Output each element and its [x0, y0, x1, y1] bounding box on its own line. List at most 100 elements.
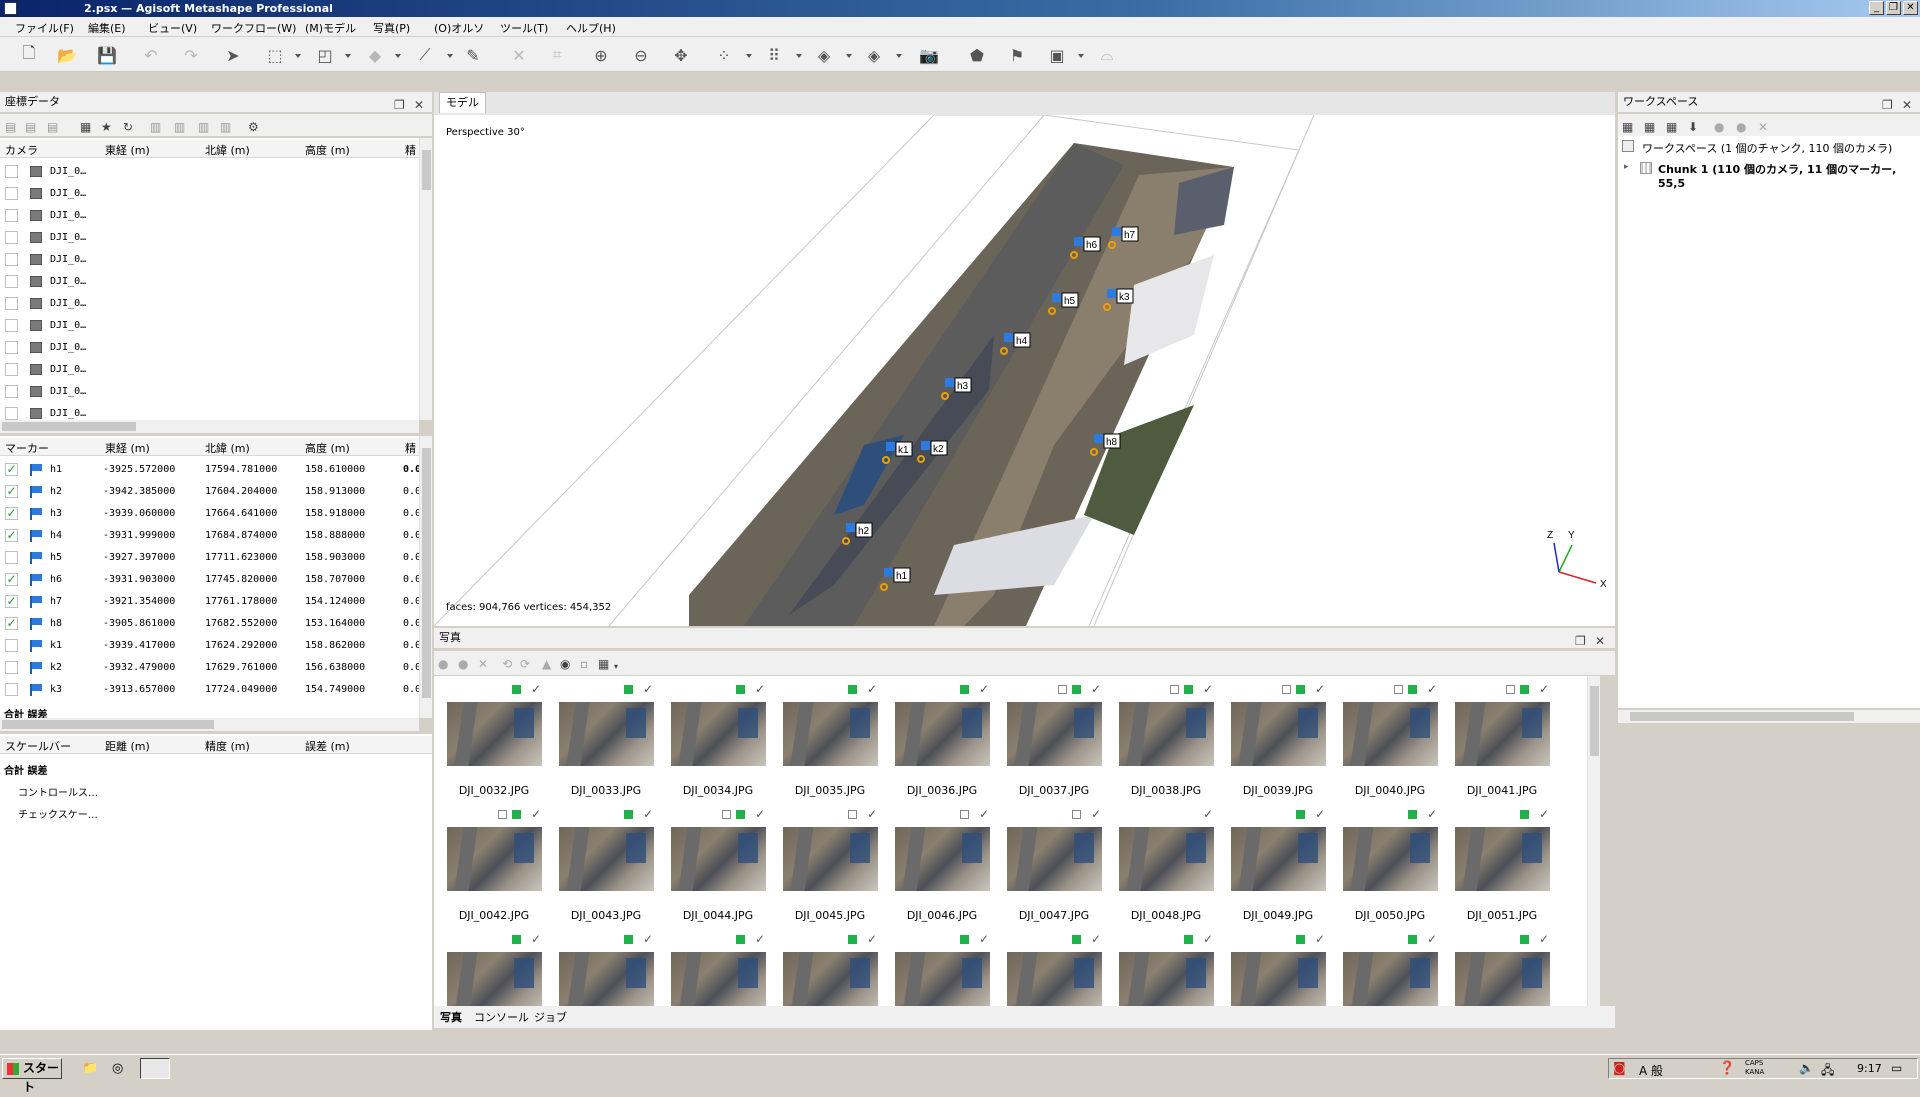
camera-row[interactable]: DJI_0…: [0, 250, 420, 272]
photo-thumbnail[interactable]: ✓ DJI_0042.JPG: [434, 799, 544, 923]
camera-checkbox[interactable]: [5, 297, 18, 310]
marker-checkbox[interactable]: ✓: [5, 529, 18, 542]
chevron-down-icon[interactable]: [796, 54, 802, 58]
menu-photo[interactable]: 写真(P): [373, 20, 410, 36]
antivirus-icon[interactable]: ◙: [1613, 1061, 1626, 1076]
photo-thumbnail[interactable]: ✓ DJI_0041.JPG: [1442, 676, 1552, 798]
photo-thumbnail[interactable]: ✓: [770, 924, 880, 1006]
add-chunk-icon[interactable]: ▦: [1622, 117, 1633, 137]
tab-jobs[interactable]: ジョブ: [534, 1009, 567, 1025]
col-error[interactable]: 誤差 (m): [305, 738, 350, 754]
import-icon[interactable]: ⬇: [1688, 117, 1698, 137]
import-icon[interactable]: ▤: [5, 117, 16, 137]
view-source-icon[interactable]: ▥: [150, 117, 161, 137]
zoom-in-icon[interactable]: ⊕: [590, 44, 612, 66]
photo-thumbnail[interactable]: ✓ DJI_0036.JPG: [882, 676, 992, 798]
marker-row[interactable]: ✓ h3 -3939.060000 17664.641000 158.918000 0.0: [0, 504, 421, 526]
photo-thumbnail[interactable]: ✓: [1442, 924, 1552, 1006]
tab-photos[interactable]: 写真: [440, 1009, 462, 1025]
tab-model[interactable]: モデル: [439, 92, 486, 113]
scalebar-row[interactable]: チェックスケー…: [0, 802, 420, 824]
disable-icon[interactable]: ●: [1736, 117, 1746, 137]
camera-checkbox[interactable]: [5, 319, 18, 332]
zoom-out-icon[interactable]: ⊖: [630, 44, 652, 66]
menu-help[interactable]: ヘルプ(H): [566, 20, 616, 36]
camera-checkbox[interactable]: [5, 187, 18, 200]
camera-checkbox[interactable]: [5, 341, 18, 354]
camera-checkbox[interactable]: [5, 253, 18, 266]
tiled-model-icon[interactable]: ◈: [863, 44, 885, 66]
details-icon[interactable]: ▫: [580, 654, 588, 674]
calculator-icon[interactable]: ▦: [80, 117, 91, 137]
delete-selection-icon[interactable]: ✕: [508, 44, 530, 66]
camera-checkbox[interactable]: [5, 165, 18, 178]
col-east[interactable]: 東経 (m): [105, 440, 150, 456]
desktop-icon[interactable]: ▭: [1891, 1061, 1902, 1075]
marker-row[interactable]: h5 -3927.397000 17711.623000 158.903000 0.0: [0, 548, 421, 570]
ruler-icon[interactable]: ⟋: [414, 44, 436, 66]
settings-icon[interactable]: ⚙: [248, 117, 259, 137]
reset-view-icon[interactable]: ✥: [670, 44, 692, 66]
menu-file[interactable]: ファイル(F): [15, 20, 74, 36]
export-icon[interactable]: ▤: [25, 117, 36, 137]
camera-row[interactable]: DJI_0…: [0, 404, 420, 420]
marker-checkbox[interactable]: [5, 661, 18, 674]
marker-row[interactable]: ✓ h1 -3925.572000 17594.781000 158.610000 0.0: [0, 460, 421, 482]
marker-row[interactable]: ✓ h4 -3931.999000 17684.874000 158.888000 0.0: [0, 526, 421, 548]
cameras-scrollbar[interactable]: [419, 138, 432, 420]
save-icon[interactable]: 💾: [96, 44, 118, 66]
col-camera[interactable]: カメラ: [5, 142, 38, 158]
rotate-left-icon[interactable]: ⟲: [502, 654, 512, 674]
photo-thumbnail[interactable]: ✓ DJI_0048.JPG: [1106, 799, 1216, 923]
photo-thumbnail[interactable]: ✓ DJI_0033.JPG: [546, 676, 656, 798]
marker-checkbox[interactable]: ✓: [5, 485, 18, 498]
camera-row[interactable]: DJI_0…: [0, 382, 420, 404]
marker-row[interactable]: ✓ h8 -3905.861000 17682.552000 153.164000 0.0: [0, 614, 421, 636]
star-icon[interactable]: ★: [101, 117, 112, 137]
menu-model[interactable]: (M)モデル: [305, 20, 356, 36]
photo-thumbnail[interactable]: ✓ DJI_0038.JPG: [1106, 676, 1216, 798]
marker-row[interactable]: k2 -3932.479000 17629.761000 156.638000 0.0: [0, 658, 421, 680]
col-accuracy[interactable]: 精度 (m): [205, 738, 250, 754]
mask-icon[interactable]: ▲: [542, 654, 551, 674]
menu-view[interactable]: ビュー(V): [148, 20, 197, 36]
marker-checkbox[interactable]: ✓: [5, 573, 18, 586]
photo-thumbnail[interactable]: ✓ DJI_0043.JPG: [546, 799, 656, 923]
chevron-down-icon[interactable]: [846, 54, 852, 58]
close-panel-icon[interactable]: ✕: [1902, 95, 1912, 115]
add-photos-icon[interactable]: ▦: [1644, 117, 1655, 137]
col-north[interactable]: 北緯 (m): [205, 440, 250, 456]
chevron-down-icon[interactable]: [295, 54, 301, 58]
tab-console[interactable]: コンソール: [474, 1009, 529, 1025]
remove-icon[interactable]: ✕: [478, 654, 488, 674]
network-icon[interactable]: 🖧: [1821, 1061, 1834, 1082]
photo-thumbnail[interactable]: ✓ DJI_0047.JPG: [994, 799, 1104, 923]
undock-icon[interactable]: ❐: [1882, 95, 1893, 115]
rectangle-selection-icon[interactable]: ⬚: [264, 44, 286, 66]
col-marker[interactable]: マーカー: [5, 440, 49, 456]
marker-checkbox[interactable]: [5, 683, 18, 696]
update-icon[interactable]: ↻: [123, 117, 133, 137]
photo-thumbnail[interactable]: ✓ DJI_0034.JPG: [658, 676, 768, 798]
photo-thumbnail[interactable]: ✓: [1218, 924, 1328, 1006]
marker-checkbox[interactable]: [5, 551, 18, 564]
chevron-down-icon[interactable]: [896, 54, 902, 58]
chevron-down-icon[interactable]: [1078, 54, 1084, 58]
markers-hscrollbar[interactable]: [0, 718, 419, 731]
photo-thumbnail[interactable]: ✓: [882, 924, 992, 1006]
view-errors-icon[interactable]: ▥: [198, 117, 209, 137]
menu-edit[interactable]: 編集(E): [88, 20, 126, 36]
photo-thumbnail[interactable]: ✓ DJI_0049.JPG: [1218, 799, 1328, 923]
help-icon[interactable]: ❓: [1719, 1061, 1735, 1076]
workspace-root[interactable]: ワークスペース (1 個のチャンク, 110 個のカメラ): [1642, 140, 1892, 156]
close-button[interactable]: ✕: [1903, 1, 1918, 15]
photo-thumbnail[interactable]: ✓: [658, 924, 768, 1006]
marker-checkbox[interactable]: ✓: [5, 507, 18, 520]
menu-ortho[interactable]: (O)オルソ: [434, 20, 484, 36]
model-canvas[interactable]: h1 h2 h3 h4 h5 h6 h7 h8 k1 k2 k3 Z Y X: [434, 115, 1615, 626]
camera-row[interactable]: DJI_0…: [0, 338, 420, 360]
remove-icon[interactable]: ✕: [1758, 117, 1768, 137]
maximize-button[interactable]: ❐: [1886, 1, 1901, 15]
camera-row[interactable]: DJI_0…: [0, 162, 420, 184]
undock-icon[interactable]: ❐: [394, 95, 405, 115]
